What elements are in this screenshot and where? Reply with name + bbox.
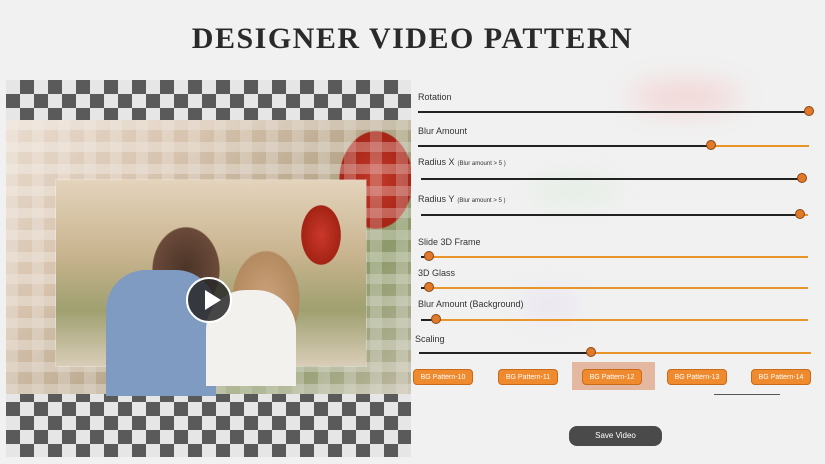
slider-track[interactable] [418,140,809,150]
slider-track[interactable] [421,282,808,292]
slider-fill [418,111,809,113]
slider-track[interactable] [421,251,808,261]
slider-rest [436,319,808,321]
slider-thumb[interactable] [804,106,814,116]
slider-label: Scaling [415,334,445,344]
slider-thumb[interactable] [795,209,805,219]
slider-fill [418,145,711,147]
slider-thumb[interactable] [586,347,596,357]
slider-label: 3D Glass [418,268,455,278]
slider-thumb[interactable] [706,140,716,150]
slider-track[interactable] [421,173,807,183]
slider-rest [429,287,808,289]
bg-pattern-14-button[interactable]: BG Pattern-14 [751,369,811,385]
slider-rest [711,145,809,147]
save-video-button[interactable]: Save Video [569,426,662,446]
bg-pattern-10-button[interactable]: BG Pattern-10 [413,369,473,385]
slider-track[interactable] [418,106,814,116]
slider-label-text: 3D Glass [418,268,456,278]
bg-pattern-11-button[interactable]: BG Pattern-11 [498,369,558,385]
slider-rest [429,256,808,258]
slider-track[interactable] [421,314,808,324]
slider-track[interactable] [419,347,811,357]
slider-label: Blur Amount [418,126,467,136]
background-blur [630,85,740,109]
video-preview[interactable] [6,80,411,457]
slider-label: Blur Amount (Background) [418,299,524,309]
bg-pattern-13-button[interactable]: BG Pattern-13 [667,369,727,385]
slider-label-text: Radius X [418,157,455,167]
slider-thumb[interactable] [431,314,441,324]
slider-thumb[interactable] [424,251,434,261]
foreground-photo [56,180,366,396]
slider-label: Radius Y (Blur amount > 5 ) [418,194,506,204]
background-blur [520,295,580,315]
slider-label-text: Blur Amount (Background) [418,299,524,309]
slider-label: Rotation [418,92,452,102]
slider-note: (Blur amount > 5 ) [457,198,506,204]
bg-pattern-12-button[interactable]: BG Pattern-12 [582,369,642,385]
slider-label-text: Radius Y [418,194,455,204]
slider-thumb[interactable] [797,173,807,183]
slider-label: Slide 3D Frame [418,237,481,247]
divider [714,394,780,395]
slider-thumb[interactable] [424,282,434,292]
slider-fill [421,178,802,180]
play-icon[interactable] [186,277,232,323]
slider-rest [591,352,811,354]
slider-label: Radius X (Blur amount > 5 ) [418,157,506,167]
background-blur [530,180,620,200]
slider-label-text: Blur Amount [418,126,468,136]
slider-track[interactable] [421,209,808,219]
slider-fill [421,214,800,216]
slider-label-text: Slide 3D Frame [418,237,481,247]
slider-label-text: Scaling [415,334,445,344]
slider-note: (Blur amount > 5 ) [457,161,506,167]
slider-label-text: Rotation [418,92,452,102]
page-title: DESIGNER VIDEO PATTERN [191,22,634,55]
slider-fill [419,352,591,354]
